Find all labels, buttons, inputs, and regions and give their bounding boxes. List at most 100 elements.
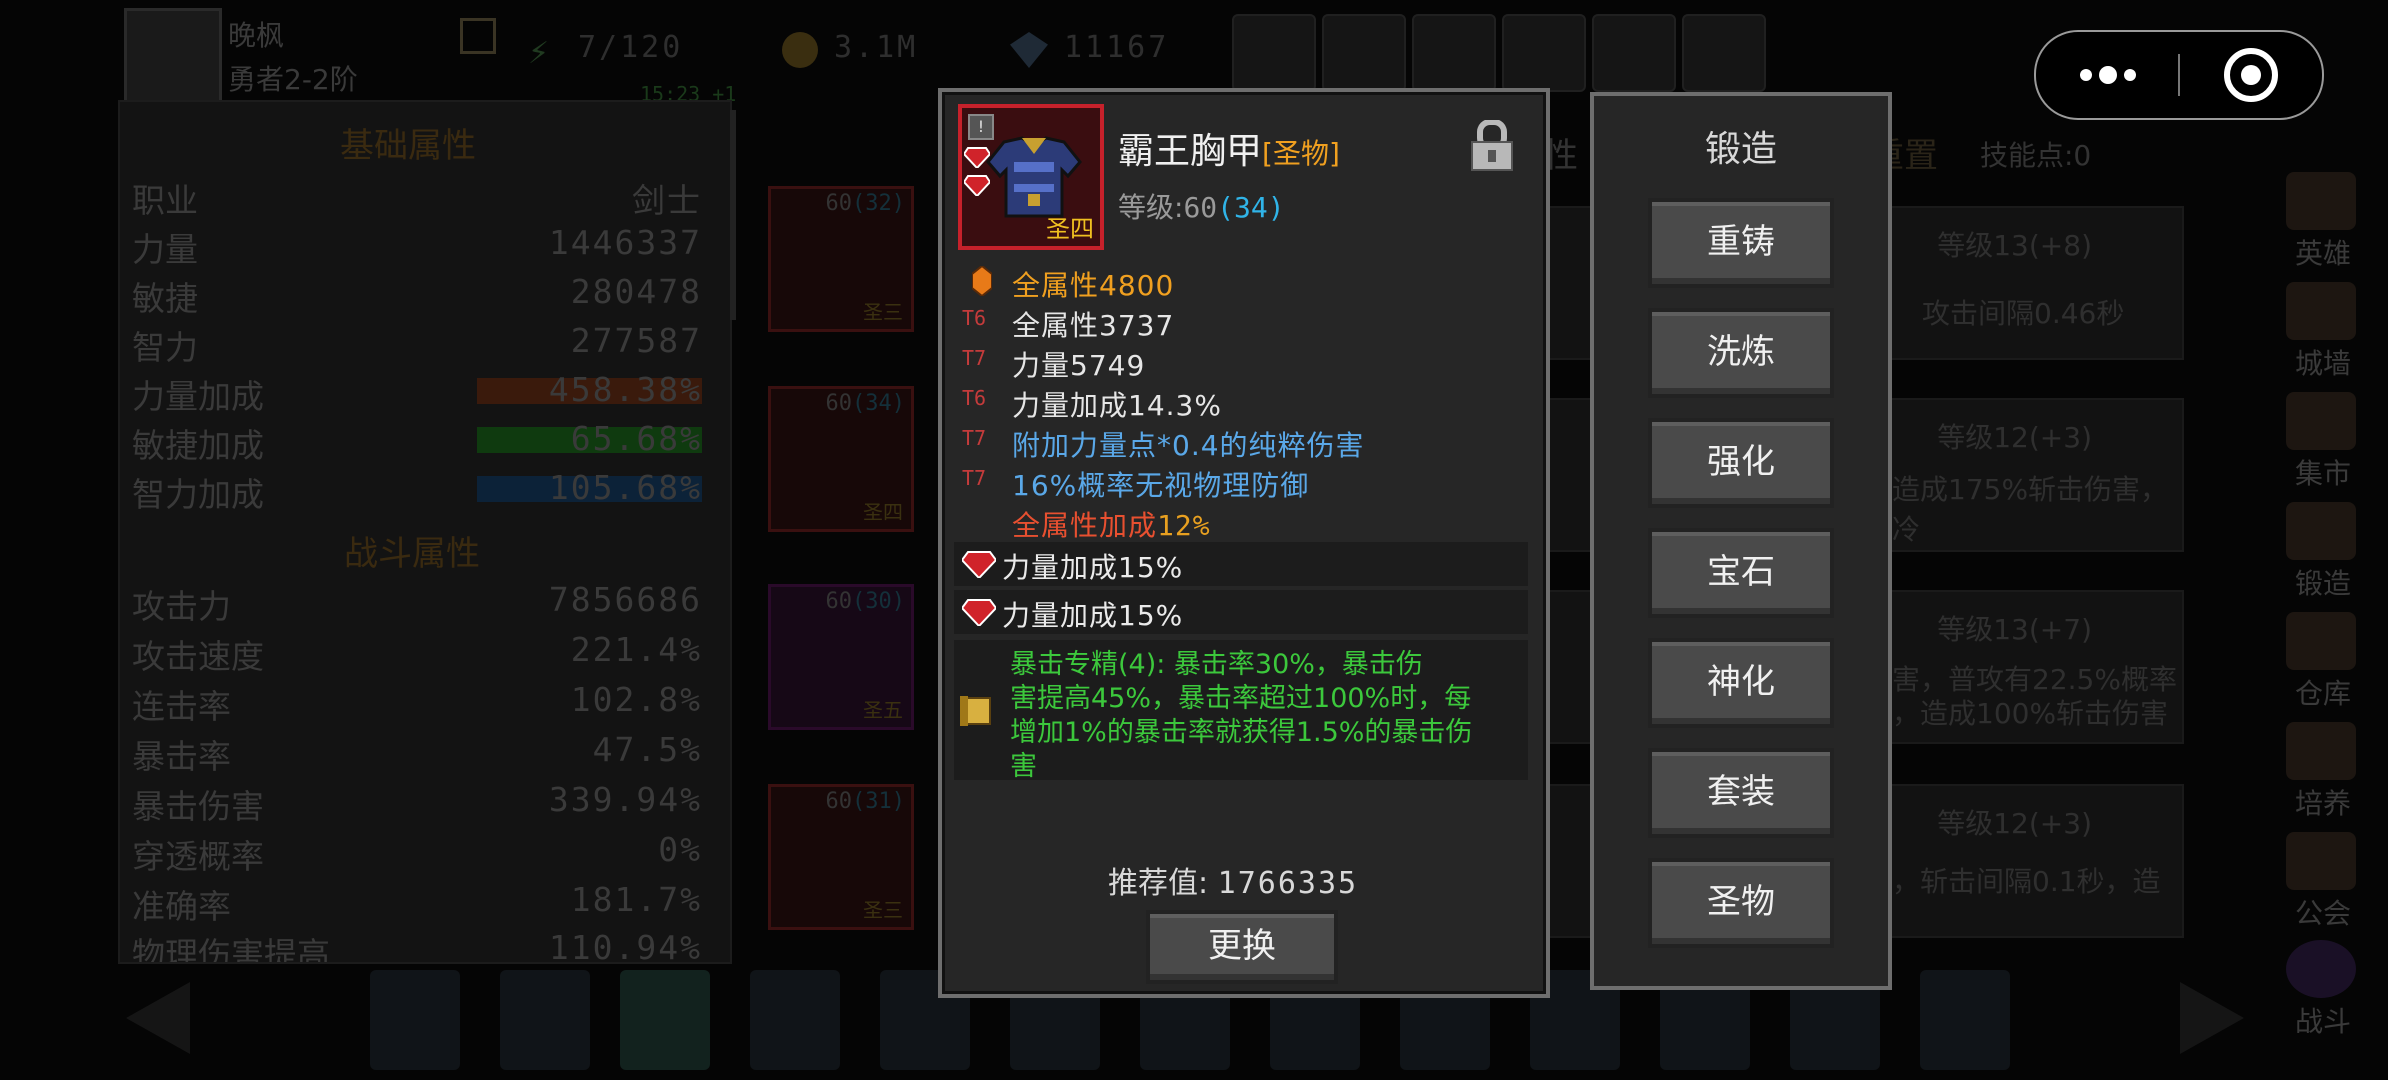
nav-warehouse[interactable]: 仓库 [2268, 612, 2378, 712]
shop-icon[interactable] [1232, 14, 1316, 92]
prev-arrow-icon[interactable] [126, 982, 190, 1054]
nav-cultivate[interactable]: 培养 [2268, 722, 2378, 822]
item-grade: 圣三 [863, 898, 903, 922]
forge-panel: 锻造 重铸 洗炼 强化 宝石 神化 套装 圣物 [1590, 92, 1892, 990]
forge-title: 锻造 [1704, 129, 1777, 170]
set-button[interactable]: 套装 [1648, 748, 1834, 838]
deify-button[interactable]: 神化 [1648, 638, 1834, 728]
hero-slot[interactable] [620, 970, 710, 1070]
gem-stat: 力量加成15% [1002, 551, 1184, 584]
gem-socket[interactable]: 力量加成15% [954, 590, 1528, 634]
equipped-item-slot[interactable]: 60(31) 圣三 [768, 784, 914, 930]
stat-value: 339.94% [548, 780, 702, 819]
stat-name: 暴击伤害 [132, 787, 264, 826]
set-effect-line: 害 [1010, 751, 1037, 782]
item-icon-frame: ! 圣四 [958, 104, 1104, 250]
player-rank: 勇者2-2阶 [228, 63, 358, 96]
item-level: 60 [825, 191, 853, 216]
item-grade: 圣四 [863, 500, 903, 524]
stat-value: 105.68% [548, 468, 702, 507]
gem-stat: 力量加成15% [1002, 599, 1184, 632]
ruby-icon [962, 599, 996, 626]
equipped-item-slot[interactable]: 60(34) 圣四 [768, 386, 914, 532]
edit-icon[interactable] [460, 18, 496, 54]
nav-guild[interactable]: 公会 [2268, 832, 2378, 932]
stat-row: 暴击率 47.5% [132, 730, 702, 776]
stat-name: 连击率 [132, 687, 231, 726]
skill-desc: 攻击间隔0.46秒 [1922, 297, 2125, 330]
stat-name: 力量加成 [132, 377, 264, 416]
gamepad-icon[interactable] [1412, 14, 1496, 92]
nav-label: 集市 [2294, 457, 2351, 490]
affix-text: 力量5749 [1012, 349, 1146, 382]
nav-battle[interactable]: 战斗 [2268, 940, 2378, 1040]
enhance-button[interactable]: 强化 [1648, 418, 1834, 508]
skill-level: 等级13(+8) [1937, 229, 2092, 262]
gear-icon[interactable] [1502, 14, 1586, 92]
next-arrow-icon[interactable] [2180, 982, 2244, 1054]
equipped-item-slot[interactable]: 60(32) 圣三 [768, 186, 914, 332]
nav-market[interactable]: 集市 [2268, 392, 2378, 492]
more-button[interactable] [2036, 32, 2178, 118]
recast-button[interactable]: 重铸 [1648, 198, 1834, 288]
stat-value: 7856686 [548, 580, 702, 619]
stat-name: 暴击率 [132, 737, 231, 776]
sword-icon[interactable] [1682, 14, 1766, 92]
hero-slot[interactable] [750, 970, 840, 1070]
item-level: 60 [825, 589, 853, 614]
nav-label: 公会 [2294, 897, 2351, 930]
player-name: 晚枫 [228, 19, 285, 52]
hero-slot[interactable] [370, 970, 460, 1070]
stat-value: 277587 [570, 321, 702, 360]
stat-row: 职业 剑士 [132, 174, 702, 220]
item-name: 霸王胸甲 [1118, 131, 1263, 172]
nav-hero[interactable]: 英雄 [2268, 172, 2378, 272]
stat-name: 敏捷 [132, 279, 198, 318]
equipped-item-slot[interactable]: 60(30) 圣五 [768, 584, 914, 730]
wheel-icon[interactable] [1592, 14, 1676, 92]
nav-forge[interactable]: 锻造 [2268, 502, 2378, 602]
close-button[interactable] [2180, 32, 2322, 118]
stat-value: 110.94% [548, 928, 702, 962]
stat-row: 智力加成 105.68% [132, 468, 702, 514]
skill-desc: ，斩击间隔0.1秒，造 [1892, 865, 2161, 898]
set-effect-line: 增加1%的暴击率就获得1.5%的暴击伤 [1010, 717, 1473, 748]
hero-slot[interactable] [1920, 970, 2010, 1070]
gem-button[interactable]: 宝石 [1648, 528, 1834, 618]
market-icon [2286, 392, 2356, 450]
stat-row: 力量 1446337 [132, 223, 702, 269]
stat-row: 攻击速度 221.4% [132, 630, 702, 676]
stamina-value: 7/120 [578, 30, 684, 65]
replace-button[interactable]: 更换 [1146, 910, 1338, 984]
relic-button[interactable]: 圣物 [1648, 858, 1834, 948]
item-detail-popup: ! 圣四 霸王胸甲[圣物] 等级:60(34) 全属性4800 T6 全属性37… [938, 88, 1550, 998]
avatar[interactable] [124, 8, 222, 106]
nav-wall[interactable]: 城墙 [2268, 282, 2378, 382]
nav-label: 仓库 [2294, 677, 2351, 710]
stat-value: 47.5% [592, 730, 702, 769]
stat-name: 物理伤害提高 [132, 935, 330, 962]
ruby-icon [962, 551, 996, 578]
stat-row: 物理伤害提高 110.94% [132, 928, 702, 962]
affix-tier: T7 [962, 426, 987, 450]
gem-socket[interactable]: 力量加成15% [954, 542, 1528, 586]
item-title: 霸王胸甲[圣物] [1118, 122, 1340, 174]
affix-text: 全属性3737 [1012, 309, 1175, 342]
mail-icon[interactable] [1322, 14, 1406, 92]
cultivate-icon [2286, 722, 2356, 780]
nav-label: 培养 [2294, 787, 2351, 820]
affix-tier: T6 [962, 386, 987, 410]
level-label: 等级: [1118, 191, 1184, 224]
item-grade: 圣五 [863, 698, 903, 722]
refine-button[interactable]: 洗炼 [1648, 308, 1834, 398]
skill-desc: ，造成100%斩击伤害 [1892, 697, 2169, 730]
affix-tier: T6 [962, 306, 987, 330]
stats-scrollbar[interactable] [730, 110, 736, 320]
stat-name: 智力加成 [132, 475, 264, 514]
stat-name: 攻击速度 [132, 637, 264, 676]
dots-icon [2080, 66, 2136, 84]
lock-icon[interactable] [1470, 120, 1514, 172]
stat-row: 力量加成 458.38% [132, 370, 702, 416]
skill-level: 等级12(+3) [1937, 421, 2092, 454]
hero-slot[interactable] [500, 970, 590, 1070]
